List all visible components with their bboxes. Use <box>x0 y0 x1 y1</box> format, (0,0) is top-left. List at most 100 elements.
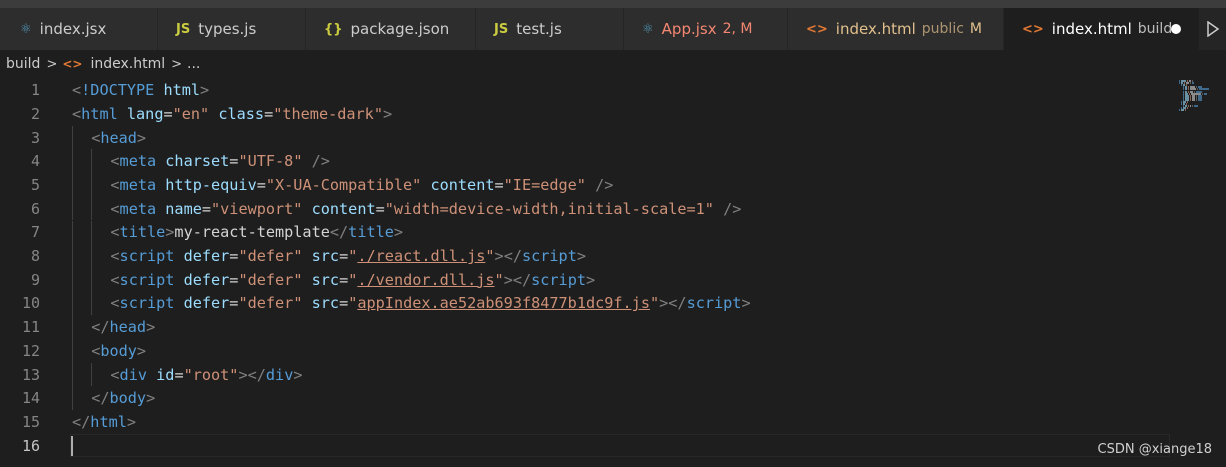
tab-1[interactable]: JS types.js <box>158 8 306 50</box>
indent-guide <box>91 362 93 387</box>
indent-guide <box>91 267 93 292</box>
token-punct: > <box>200 81 210 100</box>
code-line[interactable]: 14 </body> <box>0 386 1170 411</box>
token-link[interactable]: ./react.dll.js <box>357 247 485 265</box>
tab-4[interactable]: ⚛ App.jsx 2, M <box>624 8 788 50</box>
token-tag: !DOCTYPE <box>81 81 155 100</box>
token-tag: script <box>686 294 742 313</box>
minimap-line <box>1191 82 1195 85</box>
code-line[interactable]: 15 </html> <box>0 410 1170 434</box>
code-line[interactable]: 13 <div id="root"></div> <box>0 362 1170 387</box>
token-str: "UTF-8" <box>238 152 303 171</box>
run-button[interactable] <box>1200 8 1226 50</box>
code-line[interactable]: 9 <script defer="defer" src="./vendor.dll… <box>0 267 1170 292</box>
breadcrumb-folder[interactable]: build <box>6 56 40 72</box>
code-line[interactable]: 6 <meta name="viewport" content="width=de… <box>0 196 1170 221</box>
unsaved-dot-icon[interactable] <box>1171 24 1181 34</box>
code-line[interactable]: 10 <script defer="defer" src="appIndex.ae… <box>0 291 1170 316</box>
token-str: "width=device-width,initial-scale=1" <box>384 199 714 218</box>
token-punct: </ <box>91 389 110 408</box>
tab-0[interactable]: ⚛ index.jsx <box>0 8 158 50</box>
chevron-right-icon: > <box>171 56 183 72</box>
token-str: " <box>348 270 358 289</box>
code-line[interactable]: 4 <meta charset="UTF-8" /> <box>0 149 1170 174</box>
code-text: <title>my-react-template</title> <box>110 223 403 241</box>
tab-3[interactable]: JS test.js <box>476 8 624 50</box>
token-txt: = <box>375 199 385 218</box>
code-line[interactable]: 3 <head> <box>0 125 1170 150</box>
minimap-line <box>1192 105 1193 108</box>
token-punct: < <box>110 152 120 171</box>
code-editor[interactable]: 1 <!DOCTYPE html> 2 <html lang="en" class="… <box>0 78 1226 467</box>
token-tag: html <box>90 412 127 431</box>
code-line[interactable]: 11 </head> <box>0 315 1170 339</box>
tab-label: index.jsx <box>39 20 107 38</box>
token-punct: < <box>110 175 120 194</box>
code-text: <meta http-equiv="X-UA-Compatible" conte… <box>110 176 613 194</box>
code-text: <html lang="en" class="theme-dark"> <box>72 105 392 123</box>
code-line[interactable]: 7 <title>my-react-template</title> <box>0 220 1170 245</box>
tab-2[interactable]: {} package.json <box>306 8 476 50</box>
line-number: 14 <box>21 389 40 408</box>
code-line[interactable]: 16 <box>0 434 1170 458</box>
breadcrumb-symbols[interactable]: ... <box>187 56 200 72</box>
tab-label: index.html <box>1051 20 1132 38</box>
token-attr: defer <box>183 247 230 266</box>
code-text: </body> <box>91 389 155 407</box>
token-attr: src <box>311 247 340 266</box>
code-line[interactable]: 12 <body> <box>0 339 1170 363</box>
token-tag: meta <box>119 152 157 171</box>
minimap[interactable] <box>1176 78 1226 118</box>
token-punct: </ <box>72 412 91 431</box>
token-str: "en" <box>172 104 210 123</box>
token-attr: class <box>218 104 265 123</box>
token-attr: name <box>165 199 202 218</box>
line-number: 13 <box>21 365 40 384</box>
token-link[interactable]: appIndex.ae52ab693f8477b1dc9f.js <box>357 294 650 312</box>
token-link[interactable]: ./vendor.dll.js <box>357 271 494 289</box>
minimap-line <box>1194 105 1198 108</box>
minimap-line <box>1195 98 1197 101</box>
line-number: 7 <box>30 223 40 242</box>
token-txt: = <box>163 104 173 123</box>
tab-6[interactable]: <> index.html build <box>1004 8 1200 50</box>
tab-5[interactable]: <> index.html public M <box>788 8 1004 50</box>
indent-guide <box>72 173 73 197</box>
token-punct: < <box>110 199 120 218</box>
token-tag: title <box>119 223 166 242</box>
token-attr: src <box>311 270 340 289</box>
token-tag: div <box>119 365 147 384</box>
code-line[interactable]: 8 <script defer="defer" src="./react.dll.… <box>0 244 1170 268</box>
breadcrumb-file[interactable]: <> index.html <box>62 56 165 72</box>
token-tag: div <box>265 365 294 384</box>
token-punct: > <box>146 318 156 337</box>
code-line[interactable]: 2 <html lang="en" class="theme-dark"> <box>0 102 1170 126</box>
code-line[interactable]: 1 <!DOCTYPE html> <box>0 78 1170 102</box>
tab-label: types.js <box>198 20 257 38</box>
tab-folder-hint: public <box>921 21 964 37</box>
indent-guide <box>72 362 73 387</box>
token-tag: head <box>100 128 137 147</box>
token-tag: script <box>521 247 577 266</box>
code-line[interactable]: 5 <meta http-equiv="X-UA-Compatible" cont… <box>0 173 1170 197</box>
html-icon: <> <box>1022 21 1044 37</box>
token-punct: ></ <box>503 270 532 289</box>
minimap-line <box>1197 98 1202 101</box>
token-str: "defer" <box>238 247 303 266</box>
token-punct: /> <box>595 175 614 194</box>
token-tag: html <box>81 104 118 123</box>
minimap-line <box>1189 105 1191 108</box>
token-punct: > <box>136 341 147 360</box>
line-number: 5 <box>30 175 40 194</box>
token-tag: head <box>109 318 147 337</box>
token-punct: < <box>72 81 82 100</box>
token-punct: < <box>91 341 101 360</box>
code-text: </html> <box>72 413 136 431</box>
minimap-line <box>1189 98 1191 101</box>
indent-guide <box>72 149 73 174</box>
token-punct: ></ <box>494 247 522 266</box>
